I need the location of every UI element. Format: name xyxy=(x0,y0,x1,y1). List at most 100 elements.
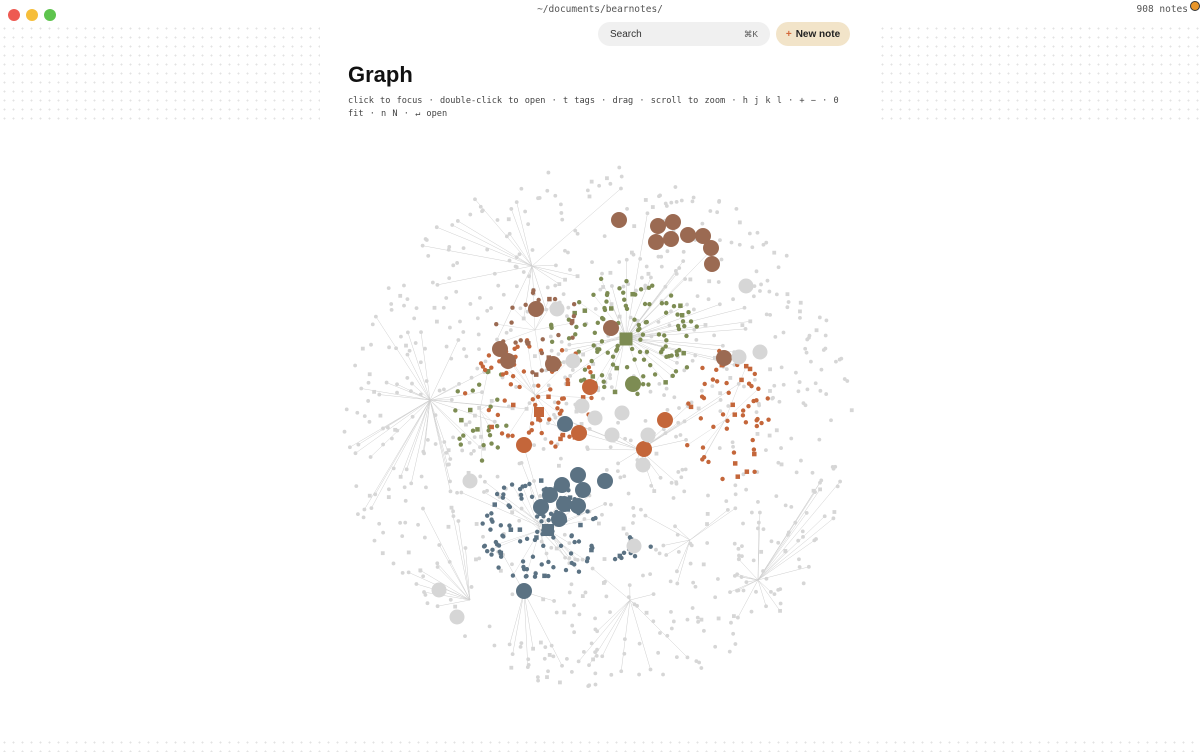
gray-note-node[interactable] xyxy=(619,174,624,179)
gray-note-node[interactable] xyxy=(716,280,721,284)
slate-note-node[interactable] xyxy=(481,544,487,549)
olive-note-node[interactable] xyxy=(576,299,582,305)
orange-note-node[interactable] xyxy=(700,365,705,371)
gray-hub-node[interactable] xyxy=(614,405,630,421)
gray-note-node[interactable] xyxy=(623,436,627,441)
olive-note-node[interactable] xyxy=(663,310,669,315)
gray-note-node[interactable] xyxy=(407,348,412,353)
gray-note-node[interactable] xyxy=(381,530,386,535)
orange-note-node[interactable] xyxy=(505,433,511,438)
gray-note-node[interactable] xyxy=(507,642,512,647)
olive-note-node[interactable] xyxy=(638,287,644,292)
gray-note-node[interactable] xyxy=(362,414,367,418)
orange-note-node[interactable] xyxy=(740,413,746,418)
gray-note-node[interactable] xyxy=(667,323,672,328)
gray-note-node[interactable] xyxy=(459,490,464,495)
gray-note-node[interactable] xyxy=(386,286,391,291)
orange-note-node[interactable] xyxy=(561,396,567,401)
gray-tag-node[interactable] xyxy=(621,526,626,531)
gray-tag-node[interactable] xyxy=(832,510,837,514)
gray-note-node[interactable] xyxy=(831,466,836,471)
gray-note-node[interactable] xyxy=(455,261,460,265)
orange-note-node[interactable] xyxy=(486,407,492,413)
orange-note-node[interactable] xyxy=(533,402,538,408)
olive-note-node[interactable] xyxy=(647,302,652,307)
slate-tag-node[interactable] xyxy=(508,527,514,532)
gray-note-node[interactable] xyxy=(552,412,556,417)
gray-note-node[interactable] xyxy=(754,589,758,594)
gray-note-node[interactable] xyxy=(615,469,620,474)
olive-note-node[interactable] xyxy=(591,343,596,348)
gray-tag-node[interactable] xyxy=(617,314,622,319)
olive-note-node[interactable] xyxy=(673,369,679,374)
orange-note-node[interactable] xyxy=(517,384,522,390)
olive-note-node[interactable] xyxy=(675,312,680,317)
gray-note-node[interactable] xyxy=(675,569,679,574)
olive-note-node[interactable] xyxy=(624,306,630,312)
gray-tag-node[interactable] xyxy=(740,323,745,328)
slate-note-node[interactable] xyxy=(533,571,538,576)
slate-tag-node[interactable] xyxy=(538,478,544,483)
gray-note-node[interactable] xyxy=(569,582,574,587)
gray-note-node[interactable] xyxy=(433,413,438,418)
gray-tag-node[interactable] xyxy=(506,217,511,222)
orange-note-node[interactable] xyxy=(706,459,711,465)
gray-note-node[interactable] xyxy=(631,506,636,510)
gray-note-node[interactable] xyxy=(369,342,373,347)
gray-note-node[interactable] xyxy=(478,474,483,479)
gray-note-node[interactable] xyxy=(742,305,747,310)
slate-note-node[interactable] xyxy=(535,529,540,534)
slate-note-node[interactable] xyxy=(490,547,495,553)
gray-note-node[interactable] xyxy=(585,447,590,451)
gray-note-node[interactable] xyxy=(402,303,406,308)
olive-note-node[interactable] xyxy=(599,315,605,321)
brown-note-node[interactable] xyxy=(494,321,499,327)
gray-note-node[interactable] xyxy=(369,506,374,511)
gray-note-node[interactable] xyxy=(344,407,349,412)
slate-note-node[interactable] xyxy=(523,574,529,579)
slate-note-node[interactable] xyxy=(480,521,485,526)
gray-note-node[interactable] xyxy=(542,656,547,661)
gray-note-node[interactable] xyxy=(426,253,431,258)
gray-note-node[interactable] xyxy=(609,502,613,507)
gray-note-node[interactable] xyxy=(581,649,586,654)
gray-note-node[interactable] xyxy=(638,256,643,261)
gray-note-node[interactable] xyxy=(693,584,698,589)
gray-tag-node[interactable] xyxy=(446,524,451,529)
gray-note-node[interactable] xyxy=(715,210,720,215)
gray-note-node[interactable] xyxy=(800,529,805,534)
gray-tag-node[interactable] xyxy=(434,319,439,324)
brown-hub-node[interactable] xyxy=(663,231,679,247)
orange-note-node[interactable] xyxy=(539,430,544,436)
slate-note-node[interactable] xyxy=(509,482,515,487)
gray-note-node[interactable] xyxy=(776,540,781,545)
gray-tag-node[interactable] xyxy=(398,293,403,298)
gray-note-node[interactable] xyxy=(819,367,824,372)
olive-note-node[interactable] xyxy=(638,337,643,342)
olive-tag-node[interactable] xyxy=(590,374,596,379)
gray-note-node[interactable] xyxy=(617,260,622,264)
olive-note-node[interactable] xyxy=(688,319,694,324)
orange-note-node[interactable] xyxy=(752,371,758,377)
gray-note-node[interactable] xyxy=(508,328,513,332)
orange-note-node[interactable] xyxy=(510,374,516,379)
gray-note-node[interactable] xyxy=(543,437,548,441)
gray-note-node[interactable] xyxy=(595,647,599,652)
gray-note-node[interactable] xyxy=(475,366,480,371)
orange-note-node[interactable] xyxy=(711,424,716,430)
gray-note-node[interactable] xyxy=(749,609,754,614)
gray-note-node[interactable] xyxy=(643,513,648,518)
olive-note-node[interactable] xyxy=(476,382,482,387)
slate-hub-tag[interactable] xyxy=(542,524,554,536)
gray-note-node[interactable] xyxy=(572,603,576,608)
gray-tag-node[interactable] xyxy=(798,309,802,314)
brown-tag-node[interactable] xyxy=(569,318,575,324)
gray-note-node[interactable] xyxy=(676,420,681,425)
slate-note-node[interactable] xyxy=(488,527,493,532)
orange-note-node[interactable] xyxy=(530,397,536,402)
gray-note-node[interactable] xyxy=(444,344,449,349)
gray-note-node[interactable] xyxy=(587,427,592,431)
gray-note-node[interactable] xyxy=(664,204,669,208)
gray-note-node[interactable] xyxy=(700,221,705,226)
gray-note-node[interactable] xyxy=(391,466,396,471)
